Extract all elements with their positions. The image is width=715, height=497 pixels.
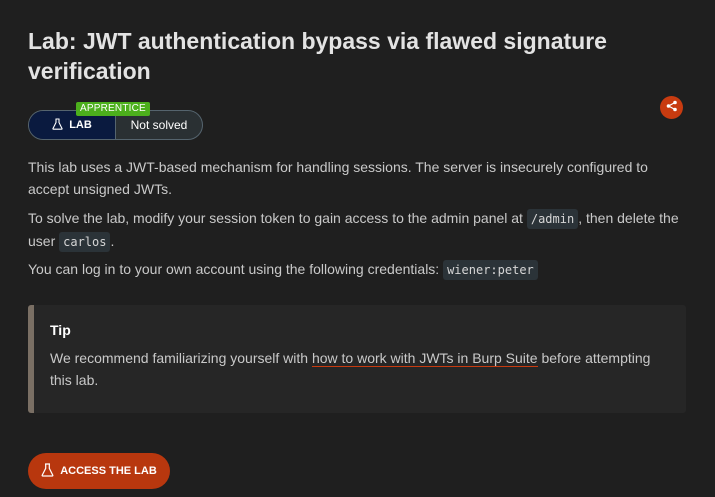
lab-header: Lab: JWT authentication bypass via flawe… — [28, 26, 688, 140]
page-title: Lab: JWT authentication bypass via flawe… — [28, 28, 607, 84]
lab-credentials: You can log in to your own account using… — [28, 258, 688, 281]
share-icon — [666, 99, 678, 117]
tip-text-start: We recommend familiarizing yourself with — [50, 350, 312, 366]
credentials-code: wiener:peter — [443, 260, 538, 280]
access-lab-label: ACCESS THE LAB — [60, 465, 157, 477]
credentials-text: You can log in to your own account using… — [28, 261, 444, 277]
lab-type-label: LAB — [69, 119, 92, 131]
lab-description: This lab uses a JWT-based mechanism for … — [28, 159, 648, 197]
flask-icon — [41, 462, 54, 480]
level-badge: APPRENTICE — [76, 102, 150, 116]
target-user-code: carlos — [59, 232, 111, 252]
flask-icon — [52, 117, 63, 133]
objective-text-start: To solve the lab, modify your session to… — [28, 210, 527, 226]
tip-title: Tip — [50, 322, 71, 338]
lab-objective: To solve the lab, modify your session to… — [28, 207, 688, 253]
jwt-burp-link[interactable]: how to work with JWTs in Burp Suite — [311, 350, 538, 367]
tip-box: Tip We recommend familiarizing yourself … — [28, 305, 686, 413]
objective-text-end: . — [110, 233, 115, 249]
tip-body: We recommend familiarizing yourself with… — [50, 347, 670, 391]
lab-badge-row: APPRENTICE LAB Not solved — [28, 102, 688, 140]
access-lab-button[interactable]: ACCESS THE LAB — [28, 453, 170, 489]
admin-path-code: /admin — [526, 209, 579, 229]
share-button[interactable] — [660, 96, 683, 119]
